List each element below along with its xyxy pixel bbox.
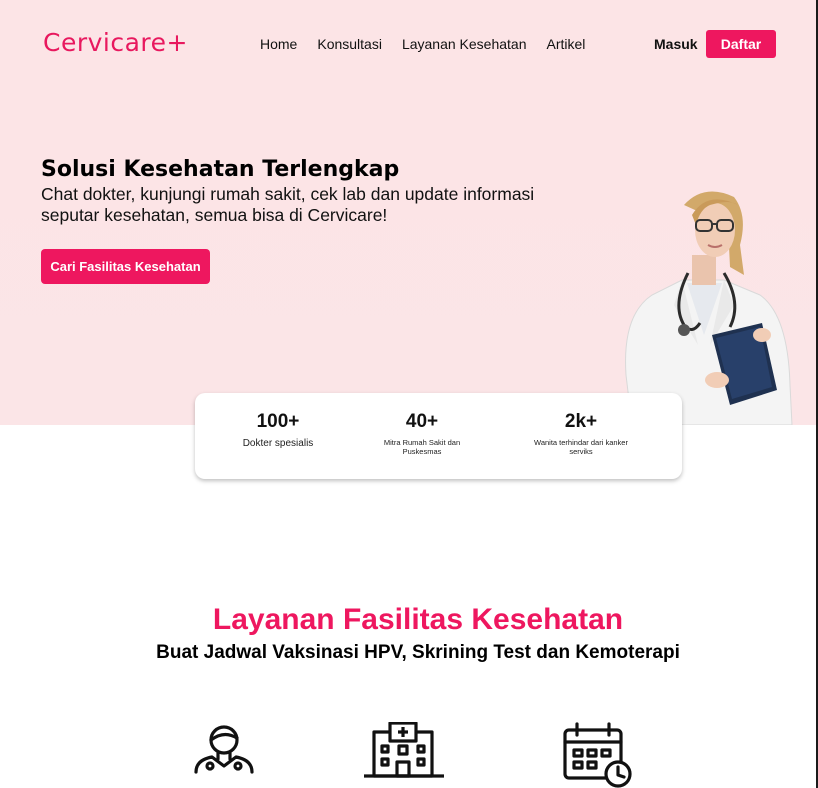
services-title: Layanan Fasilitas Kesehatan <box>212 603 624 636</box>
nav-konsultasi[interactable]: Konsultasi <box>317 36 382 52</box>
stat-label: Wanita terhindar dari kanker serviks <box>534 438 628 456</box>
stats-card: 100+ Dokter spesialis 40+ Mitra Rumah Sa… <box>195 393 682 479</box>
register-button[interactable]: Daftar <box>706 30 776 58</box>
services-subtitle: Buat Jadwal Vaksinasi HPV, Skrining Test… <box>156 642 680 663</box>
stat-women: 2k+ Wanita terhindar dari kanker serviks <box>511 411 651 456</box>
main-nav: Home Konsultasi Layanan Kesehatan Artike… <box>260 36 605 52</box>
stat-label: Dokter spesialis <box>242 438 314 449</box>
stat-doctors: 100+ Dokter spesialis <box>208 411 348 449</box>
nav-layanan-kesehatan[interactable]: Layanan Kesehatan <box>402 36 527 52</box>
find-facility-button[interactable]: Cari Fasilitas Kesehatan <box>41 249 210 284</box>
doctor-icon[interactable] <box>192 722 256 774</box>
nav-home[interactable]: Home <box>260 36 297 52</box>
stat-label: Mitra Rumah Sakit dan Puskesmas <box>383 438 461 456</box>
doctor-illustration <box>625 191 793 425</box>
stat-value: 100+ <box>256 411 300 432</box>
stat-hospitals: 40+ Mitra Rumah Sakit dan Puskesmas <box>352 411 492 456</box>
hero-title: Solusi Kesehatan Terlengkap <box>41 157 400 182</box>
logo[interactable]: Cervicare+ <box>43 28 188 57</box>
hero-subtitle: Chat dokter, kunjungi rumah sakit, cek l… <box>41 184 535 225</box>
stat-value: 40+ <box>405 411 439 432</box>
calendar-clock-icon[interactable] <box>562 722 636 788</box>
login-link[interactable]: Masuk <box>654 36 698 52</box>
hospital-icon[interactable] <box>362 722 446 778</box>
nav-artikel[interactable]: Artikel <box>547 36 586 52</box>
stat-value: 2k+ <box>564 411 598 432</box>
